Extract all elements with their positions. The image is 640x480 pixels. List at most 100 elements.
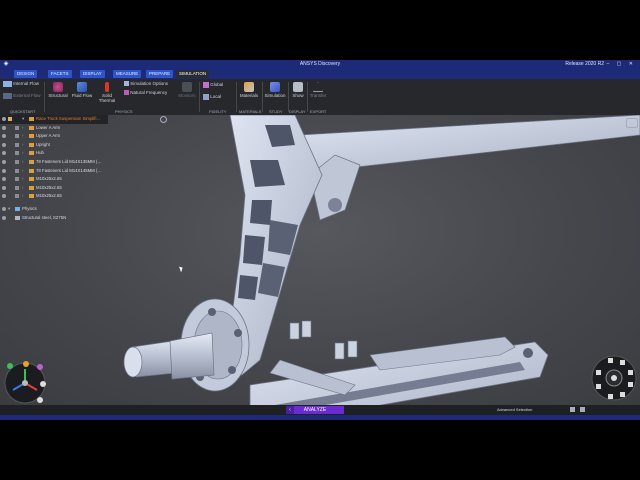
expand-arrow-icon[interactable]: ▾ xyxy=(8,205,10,214)
expand-arrow-icon[interactable]: › xyxy=(22,149,23,158)
structural-icon xyxy=(53,82,63,92)
tree-row[interactable]: › Upright xyxy=(0,141,108,150)
solid-thermal-button[interactable]: Solid Thermal xyxy=(94,82,120,103)
tab-measure[interactable]: Measure xyxy=(113,70,142,78)
fluid-flow-button[interactable]: Fluid Flow xyxy=(71,82,93,98)
zoom-extents-icon[interactable] xyxy=(626,118,638,128)
structural-button[interactable]: Structural xyxy=(47,82,69,98)
visibility-eye-icon[interactable] xyxy=(2,159,6,164)
folder-icon xyxy=(29,125,34,130)
ribbon-separator xyxy=(199,82,200,112)
expand-arrow-icon[interactable]: › xyxy=(22,158,23,167)
visibility-eye-icon[interactable] xyxy=(2,125,6,130)
material-swatch-icon xyxy=(15,185,19,190)
tree-row[interactable]: › M10x25x2.65 xyxy=(0,184,108,193)
3d-viewport[interactable]: ▾ Race Truck Suspension Simplifi… › Lower… xyxy=(0,115,640,405)
simulation-button[interactable]: Simulation xyxy=(264,82,286,98)
tree-row[interactable]: › M10x25x2.65 xyxy=(0,175,108,184)
fidelity-global-button[interactable]: Global xyxy=(203,82,223,88)
expand-arrow-icon[interactable]: › xyxy=(22,124,23,133)
ribbon-separator xyxy=(262,82,263,112)
tree-row[interactable]: › Hub xyxy=(0,149,108,158)
tree-row[interactable]: › 78 Fasteners Lid M14X135MM (… xyxy=(0,158,108,167)
tree-item-label: 78 Fasteners Lid M14X145MM (… xyxy=(36,167,102,173)
triad-axis-icon[interactable] xyxy=(2,360,48,406)
status-bar xyxy=(0,415,640,420)
visibility-eye-icon[interactable] xyxy=(2,168,6,173)
expand-arrow-icon[interactable]: › xyxy=(22,132,23,141)
tree-row[interactable]: › Lower A Arm xyxy=(0,124,108,133)
natural-frequency-button[interactable]: Natural Frequency xyxy=(124,90,167,96)
tree-row-root[interactable]: ▾ Race Truck Suspension Simplifi… xyxy=(0,115,108,124)
tree-row[interactable]: › M10x25x2.65 xyxy=(0,192,108,201)
local-fidelity-icon xyxy=(203,94,209,100)
expand-arrow-icon[interactable]: › xyxy=(22,184,23,193)
visibility-eye-icon[interactable] xyxy=(2,142,6,147)
global-fidelity-icon xyxy=(203,82,209,88)
internal-flow-button[interactable]: Internal Flow xyxy=(3,81,39,87)
navigation-cube-icon[interactable] xyxy=(590,354,638,402)
tree-row-material[interactable]: Structural steel, S275N xyxy=(0,214,108,223)
show-button[interactable]: Show xyxy=(290,82,306,98)
tree-item-label: Structural steel, S275N xyxy=(22,214,67,220)
ribbon-separator xyxy=(288,82,289,112)
external-flow-icon xyxy=(3,93,12,99)
lower-a-arm xyxy=(249,336,549,405)
expand-arrow-icon[interactable]: › xyxy=(22,192,23,201)
materials-button[interactable]: Materials xyxy=(238,82,260,98)
tab-display[interactable]: Display xyxy=(80,70,105,78)
material-swatch-icon xyxy=(15,168,19,173)
external-flow-button[interactable]: External Flow xyxy=(3,93,41,99)
group-materials: Materials xyxy=(239,109,262,114)
visibility-eye-icon[interactable] xyxy=(2,206,6,211)
tab-design[interactable]: Design xyxy=(14,70,38,78)
visibility-eye-icon[interactable] xyxy=(2,185,6,190)
advanced-selection-label[interactable]: Advanced Selection xyxy=(497,407,532,412)
expand-arrow-icon[interactable]: › xyxy=(22,175,23,184)
tree-row[interactable]: › Upper A Arm xyxy=(0,132,108,141)
ribbon-separator xyxy=(307,82,308,112)
material-swatch-icon xyxy=(15,134,19,139)
tree-item-label: M10x25x2.65 xyxy=(36,176,62,182)
visibility-eye-icon[interactable] xyxy=(2,117,6,121)
monitors-button[interactable]: Monitors xyxy=(177,82,197,98)
crosshair-icon[interactable] xyxy=(160,116,167,123)
simulation-options-button[interactable]: Simulation Options xyxy=(124,81,168,87)
visibility-eye-icon[interactable] xyxy=(2,151,6,156)
visibility-eye-icon[interactable] xyxy=(2,134,6,139)
tree-row[interactable]: › 78 Fasteners Lid M14X145MM (… xyxy=(0,167,108,176)
selection-mode-icon[interactable] xyxy=(580,407,585,412)
ribbon-separator xyxy=(236,82,237,112)
visibility-eye-icon[interactable] xyxy=(2,215,6,220)
tree-item-label: Race Truck Suspension Simplifi… xyxy=(36,116,101,121)
tree-item-label: Hub xyxy=(36,150,44,156)
visibility-eye-icon[interactable] xyxy=(2,194,6,199)
fluid-flow-icon xyxy=(77,82,87,92)
analyze-button[interactable]: Analyze xyxy=(286,406,344,414)
visibility-eye-icon[interactable] xyxy=(2,177,6,182)
folder-icon xyxy=(29,177,34,182)
fidelity-local-button[interactable]: Local xyxy=(203,94,221,100)
simulation-icon xyxy=(270,82,280,92)
folder-icon xyxy=(29,194,34,199)
window-title: ANSYS Discovery xyxy=(299,61,341,67)
tree-item-label: Lower A Arm xyxy=(36,124,61,130)
expand-arrow-icon[interactable]: › xyxy=(22,167,23,176)
selection-filter-icon[interactable] xyxy=(570,407,575,412)
transfer-button[interactable]: Transfer xyxy=(309,82,327,98)
tree-row-physics[interactable]: ▾ Physics xyxy=(0,205,108,214)
upper-a-arm xyxy=(299,115,640,221)
tab-simulation[interactable]: Simulation xyxy=(176,70,210,78)
monitors-icon xyxy=(182,82,192,92)
tab-facets[interactable]: Facets xyxy=(48,70,72,78)
expand-arrow-icon[interactable]: › xyxy=(22,141,23,150)
thermometer-icon xyxy=(105,82,109,92)
folder-icon xyxy=(29,151,34,156)
shock-mount-brackets xyxy=(289,320,358,360)
folder-icon xyxy=(29,159,34,164)
tab-prepare[interactable]: Prepare xyxy=(146,70,174,78)
analyze-back-arrow[interactable]: ‹ xyxy=(286,406,294,414)
tree-item-label: 78 Fasteners Lid M14X135MM (… xyxy=(36,158,102,164)
window-controls[interactable]: – ▢ ✕ xyxy=(607,60,636,69)
expand-arrow-icon[interactable]: ▾ xyxy=(22,115,24,124)
